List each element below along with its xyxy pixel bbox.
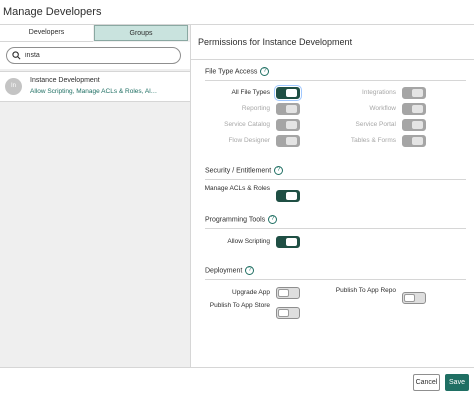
toggle-knob xyxy=(412,137,423,145)
toggle-knob xyxy=(412,121,423,129)
toggle-manage-acls-roles[interactable] xyxy=(276,190,300,202)
toggle-upgrade-app[interactable] xyxy=(276,287,300,299)
label-flow-designer: Flow Designer xyxy=(228,137,270,144)
toggle-knob xyxy=(412,89,423,97)
toggle-reporting[interactable] xyxy=(276,103,300,115)
section-divider xyxy=(205,228,466,229)
toggle-knob xyxy=(286,89,297,97)
section-divider xyxy=(205,179,466,180)
avatar: In xyxy=(5,78,22,95)
help-icon[interactable]: ? xyxy=(274,166,284,175)
manage-developers-dialog: Manage Developers Developers Groups In I… xyxy=(0,0,474,409)
label-service-catalog: Service Catalog xyxy=(224,121,270,128)
permissions-divider xyxy=(191,59,474,60)
save-button[interactable]: Save xyxy=(445,374,469,391)
search-box[interactable] xyxy=(6,47,181,64)
label-publish-to-app-store: Publish To App Store xyxy=(209,302,270,309)
help-icon[interactable]: ? xyxy=(268,215,278,224)
section-security-entitlement: Security / Entitlement? xyxy=(205,166,284,175)
section-deployment: Deployment? xyxy=(205,266,255,275)
toggle-knob xyxy=(278,309,289,317)
section-divider xyxy=(205,279,466,280)
label-workflow: Workflow xyxy=(369,105,396,112)
list-item[interactable]: In Instance Development Allow Scripting,… xyxy=(0,71,190,102)
help-icon[interactable]: ? xyxy=(245,266,255,275)
section-programming-tools: Programming Tools? xyxy=(205,215,278,224)
label-tables-forms: Tables & Forms xyxy=(350,137,396,144)
section-file-type-access: File Type Access? xyxy=(205,67,270,76)
section-heading: Deployment xyxy=(205,267,243,275)
toggle-publish-to-app-store[interactable] xyxy=(276,307,300,319)
toggle-tables-forms[interactable] xyxy=(402,135,426,147)
toggle-knob xyxy=(412,105,423,113)
label-service-portal: Service Portal xyxy=(355,121,396,128)
section-heading: File Type Access xyxy=(205,68,258,76)
toggle-knob xyxy=(286,137,297,145)
toggle-knob xyxy=(286,238,297,246)
footer-divider xyxy=(0,367,474,368)
label-integrations: Integrations xyxy=(362,89,396,96)
toggle-knob xyxy=(278,289,289,297)
permissions-panel xyxy=(191,25,474,367)
permissions-title: Permissions for Instance Development xyxy=(198,37,353,47)
toggle-knob xyxy=(286,192,297,200)
toggle-integrations[interactable] xyxy=(402,87,426,99)
tab-groups[interactable]: Groups xyxy=(94,25,188,41)
search-icon xyxy=(12,51,21,60)
toggle-knob xyxy=(404,294,415,302)
toggle-service-portal[interactable] xyxy=(402,119,426,131)
group-permissions-summary: Allow Scripting, Manage ACLs & Roles, Al… xyxy=(30,88,158,95)
label-all-file-types: All File Types xyxy=(231,89,270,96)
toggle-allow-scripting[interactable] xyxy=(276,236,300,248)
section-heading: Security / Entitlement xyxy=(205,167,272,175)
toggle-service-catalog[interactable] xyxy=(276,119,300,131)
dialog-title: Manage Developers xyxy=(3,6,102,18)
group-name: Instance Development xyxy=(30,77,100,84)
toggle-flow-designer[interactable] xyxy=(276,135,300,147)
toggle-knob xyxy=(286,105,297,113)
help-icon[interactable]: ? xyxy=(260,67,270,76)
label-publish-to-app-repo: Publish To App Repo xyxy=(335,287,396,294)
cancel-button[interactable]: Cancel xyxy=(413,374,440,391)
tab-bar: Developers Groups xyxy=(0,25,190,42)
toggle-workflow[interactable] xyxy=(402,103,426,115)
tab-developers[interactable]: Developers xyxy=(0,25,93,42)
section-heading: Programming Tools xyxy=(205,216,266,224)
label-reporting: Reporting xyxy=(241,105,270,112)
search-input[interactable] xyxy=(25,49,175,62)
toggle-knob xyxy=(286,121,297,129)
label-manage-acls-roles: Manage ACLs & Roles xyxy=(204,185,270,192)
label-upgrade-app: Upgrade App xyxy=(232,289,270,296)
toggle-all-file-types[interactable] xyxy=(274,85,302,101)
section-divider xyxy=(205,80,466,81)
label-allow-scripting: Allow Scripting xyxy=(227,238,270,245)
toggle-publish-to-app-repo[interactable] xyxy=(402,292,426,304)
